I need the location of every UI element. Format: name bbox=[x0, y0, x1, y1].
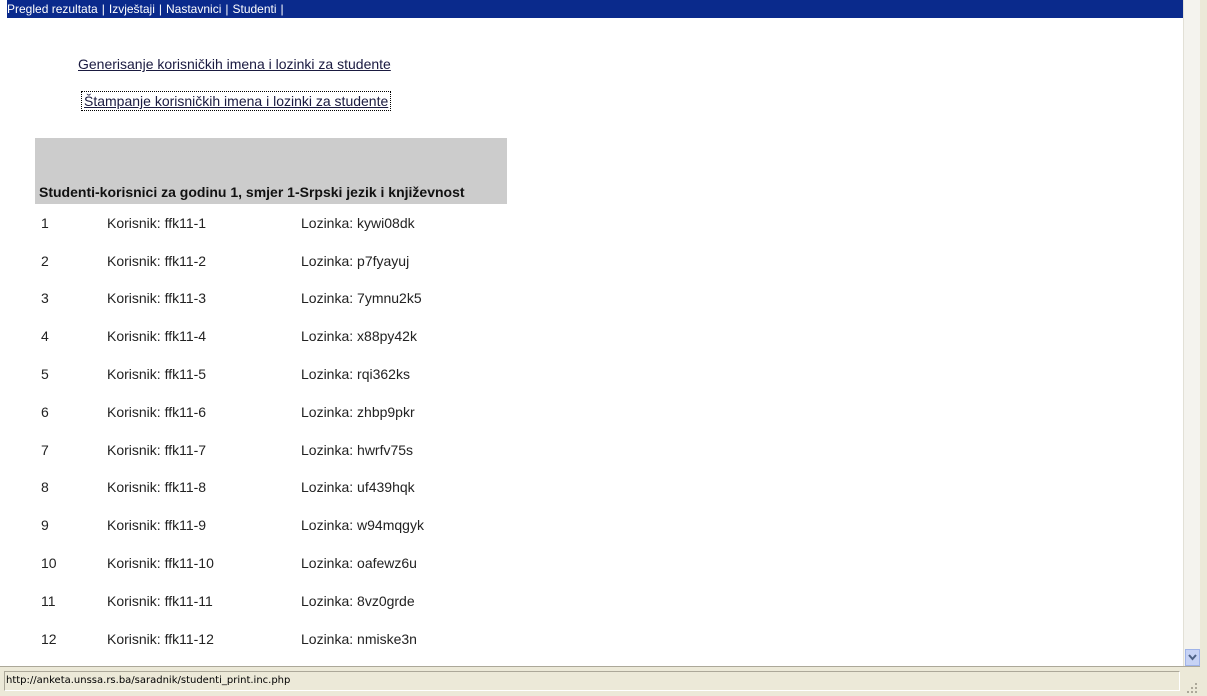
table-row: 11 Korisnik: ffk11-11 Lozinka: 8vz0grde bbox=[35, 582, 507, 620]
right-edge bbox=[1200, 0, 1207, 696]
nav-link-nastavnici[interactable]: Nastavnici bbox=[166, 0, 221, 18]
row-username: Korisnik: ffk11-9 bbox=[107, 517, 207, 534]
table-row: 8 Korisnik: ffk11-8 Lozinka: uf439hqk bbox=[35, 469, 507, 507]
row-username: Korisnik: ffk11-7 bbox=[107, 441, 207, 458]
row-number: 9 bbox=[41, 517, 49, 534]
row-password: Lozinka: nmiske3n bbox=[301, 630, 417, 647]
top-nav-bar: Pregled rezultata | Izvještaji | Nastavnici |… bbox=[7, 0, 1183, 18]
row-password: Lozinka: p7fyayuj bbox=[301, 252, 410, 269]
row-password: Lozinka: hwrfv75s bbox=[301, 441, 414, 458]
left-edge bbox=[0, 0, 7, 696]
nav-separator: | bbox=[280, 2, 284, 16]
table-row: 5 Korisnik: ffk11-5 Lozinka: rqi362ks bbox=[35, 355, 507, 393]
resize-grip-icon[interactable] bbox=[1186, 682, 1198, 694]
row-password: Lozinka: zhbp9pkr bbox=[301, 403, 415, 420]
nav-separator: | bbox=[158, 2, 162, 16]
table-row: 3 Korisnik: ffk11-3 Lozinka: 7ymnu2k5 bbox=[35, 280, 507, 318]
row-number: 4 bbox=[41, 328, 49, 345]
nav-separator: | bbox=[225, 2, 229, 16]
row-password: Lozinka: rqi362ks bbox=[301, 366, 410, 383]
row-number: 6 bbox=[41, 403, 49, 420]
generate-credentials-link[interactable]: Generisanje korisničkih imena i lozinki … bbox=[78, 56, 391, 72]
table-rows: 1 Korisnik: ffk11-1 Lozinka: kywi08dk 2 Kori… bbox=[35, 204, 507, 658]
student-users-table: Studenti-korisnici za godinu 1, smjer 1-… bbox=[35, 138, 507, 658]
row-password: Lozinka: oafewz6u bbox=[301, 555, 417, 572]
row-username: Korisnik: ffk11-1 bbox=[107, 214, 207, 231]
row-number: 7 bbox=[41, 441, 49, 458]
table-row: 2 Korisnik: ffk11-2 Lozinka: p7fyayuj bbox=[35, 242, 507, 280]
table-row: 10 Korisnik: ffk11-10 Lozinka: oafewz6u bbox=[35, 544, 507, 582]
row-password: Lozinka: w94mqgyk bbox=[301, 517, 424, 534]
browser-viewport: Pregled rezultata | Izvještaji | Nastavnici |… bbox=[0, 0, 1207, 696]
table-row: 12 Korisnik: ffk11-12 Lozinka: nmiske3n bbox=[35, 620, 507, 658]
row-number: 8 bbox=[41, 479, 49, 496]
table-heading: Studenti-korisnici za godinu 1, smjer 1-… bbox=[35, 138, 507, 204]
table-row: 4 Korisnik: ffk11-4 Lozinka: x88py42k bbox=[35, 317, 507, 355]
nav-link-pregled-rezultata[interactable]: Pregled rezultata bbox=[7, 0, 98, 18]
row-password: Lozinka: uf439hqk bbox=[301, 479, 415, 496]
row-number: 11 bbox=[41, 592, 56, 609]
table-row: 7 Korisnik: ffk11-7 Lozinka: hwrfv75s bbox=[35, 431, 507, 469]
row-username: Korisnik: ffk11-10 bbox=[107, 555, 214, 572]
row-username: Korisnik: ffk11-5 bbox=[107, 366, 207, 383]
table-row: 9 Korisnik: ffk11-9 Lozinka: w94mqgyk bbox=[35, 506, 507, 544]
nav-link-studenti[interactable]: Studenti bbox=[232, 0, 276, 18]
table-row: 6 Korisnik: ffk11-6 Lozinka: zhbp9pkr bbox=[35, 393, 507, 431]
row-number: 3 bbox=[41, 290, 49, 307]
row-number: 5 bbox=[41, 366, 49, 383]
row-username: Korisnik: ffk11-4 bbox=[107, 328, 207, 345]
row-password: Lozinka: 8vz0grde bbox=[301, 592, 415, 609]
row-number: 12 bbox=[41, 630, 57, 647]
print-credentials-link[interactable]: Štampanje korisničkih imena i lozinki za… bbox=[80, 91, 392, 111]
table-row: 1 Korisnik: ffk11-1 Lozinka: kywi08dk bbox=[35, 204, 507, 242]
row-password: Lozinka: x88py42k bbox=[301, 328, 417, 345]
page-content: Generisanje korisničkih imena i lozinki … bbox=[7, 18, 1183, 666]
row-username: Korisnik: ffk11-2 bbox=[107, 252, 207, 269]
row-password: Lozinka: 7ymnu2k5 bbox=[301, 290, 422, 307]
row-number: 1 bbox=[41, 214, 49, 231]
scroll-down-button[interactable] bbox=[1185, 649, 1200, 666]
nav-link-izvjestaji[interactable]: Izvještaji bbox=[109, 0, 155, 18]
row-number: 10 bbox=[41, 555, 57, 572]
row-username: Korisnik: ffk11-12 bbox=[107, 630, 214, 647]
row-username: Korisnik: ffk11-8 bbox=[107, 479, 207, 496]
nav-separator: | bbox=[101, 2, 105, 16]
row-username: Korisnik: ffk11-6 bbox=[107, 403, 207, 420]
status-bar: http://anketa.unssa.rs.ba/saradnik/stude… bbox=[0, 666, 1200, 696]
row-number: 2 bbox=[41, 252, 49, 269]
chevron-down-icon bbox=[1188, 654, 1197, 661]
row-username: Korisnik: ffk11-3 bbox=[107, 290, 207, 307]
row-username: Korisnik: ffk11-11 bbox=[107, 592, 213, 609]
vertical-scrollbar[interactable] bbox=[1183, 0, 1200, 666]
row-password: Lozinka: kywi08dk bbox=[301, 214, 415, 231]
table-heading-text: Studenti-korisnici za godinu 1, smjer 1-… bbox=[39, 184, 465, 200]
status-url: http://anketa.unssa.rs.ba/saradnik/stude… bbox=[6, 675, 291, 686]
